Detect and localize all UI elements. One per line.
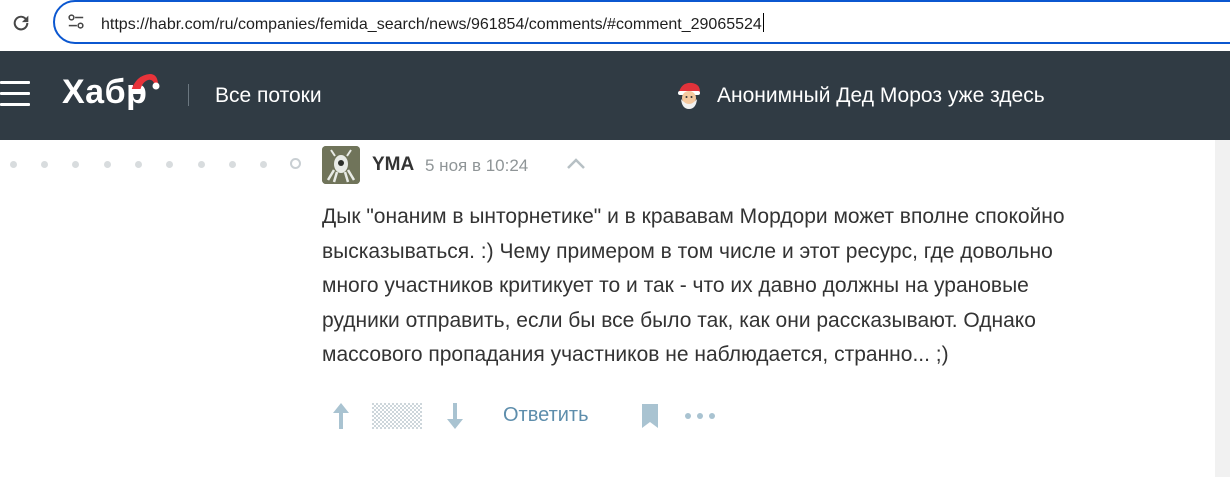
rating-hidden-placeholder	[372, 403, 422, 429]
comment-line: массового пропадания участников не наблю…	[322, 343, 949, 366]
url-text[interactable]: https://habr.com/ru/companies/femida_sea…	[101, 13, 764, 34]
all-flows-link[interactable]: Все потоки	[215, 84, 322, 108]
bookmark-icon[interactable]	[640, 403, 660, 429]
header-divider	[188, 84, 189, 106]
avatar-image	[322, 146, 360, 184]
scrollbar[interactable]	[1215, 140, 1230, 477]
avatar[interactable]	[322, 146, 360, 184]
vote-up-icon[interactable]	[330, 401, 352, 431]
comment-author[interactable]: YMA	[372, 154, 414, 176]
thread-dot[interactable]	[229, 161, 236, 168]
address-bar[interactable]: https://habr.com/ru/companies/femida_sea…	[53, 0, 1230, 44]
thread-dot[interactable]	[166, 161, 173, 168]
comment-line: рудники отправить, если бы все было так,…	[322, 308, 1036, 332]
browser-toolbar: https://habr.com/ru/companies/femida_sea…	[0, 0, 1230, 50]
reply-button[interactable]: Ответить	[503, 404, 589, 427]
text-caret	[762, 13, 764, 32]
thread-dot[interactable]	[135, 161, 142, 168]
thread-dot[interactable]	[198, 161, 205, 168]
comment-date[interactable]: 5 ноя в 10:24	[425, 156, 528, 176]
vote-down-icon[interactable]	[444, 401, 466, 431]
comment-line: высказываться. :) Чему примером в том чи…	[322, 239, 1053, 263]
reload-icon[interactable]	[10, 12, 32, 34]
thread-dot-current[interactable]	[290, 158, 301, 169]
thread-dot[interactable]	[72, 161, 79, 168]
thread-dot[interactable]	[41, 161, 48, 168]
comment-line: много участников критикует то и так - чт…	[322, 274, 1029, 297]
site-settings-icon[interactable]	[67, 13, 85, 31]
santa-hat-icon	[129, 74, 160, 94]
thread-dot[interactable]	[104, 161, 111, 168]
menu-icon[interactable]	[0, 81, 32, 107]
thread-dot[interactable]	[10, 161, 17, 168]
chevron-up-icon[interactable]	[566, 157, 586, 171]
santa-face-icon	[678, 82, 700, 109]
more-options-icon[interactable]	[684, 412, 716, 420]
thread-dot[interactable]	[260, 161, 267, 168]
site-header: Хабр Все потоки Анонимный Дед Мороз уже …	[0, 51, 1230, 140]
secret-santa-promo-link[interactable]: Анонимный Дед Мороз уже здесь	[717, 84, 1045, 108]
comment-body: Дык "онаним в ынторнетике" и в крававам …	[322, 200, 1162, 373]
comment-line: Дык "онаним в ынторнетике" и в крававам …	[322, 205, 1065, 228]
